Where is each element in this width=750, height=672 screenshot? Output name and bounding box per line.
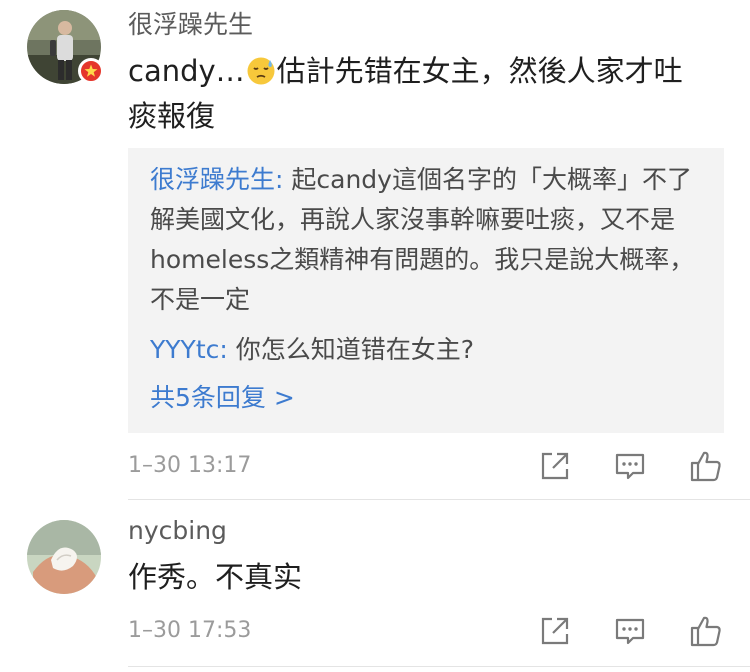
comment-text-part: candy…: [128, 54, 245, 88]
avatar[interactable]: [27, 520, 101, 594]
thumbs-up-icon[interactable]: [689, 614, 723, 648]
reply-item: 很浮躁先生: 起candy這個名字的「大概率」不了解美國文化，再說人家沒事幹嘛要…: [150, 160, 710, 320]
thumbs-up-icon[interactable]: [689, 449, 723, 483]
comment-icon[interactable]: [613, 449, 647, 483]
verified-badge-icon: [78, 58, 104, 84]
comment-text-line: 痰報復: [128, 99, 216, 133]
sweat-emoji-icon: [246, 56, 276, 86]
comment-text: 作秀。不真实: [128, 560, 303, 594]
share-icon[interactable]: [538, 449, 572, 483]
comment-item: 很浮躁先生 candy… 估計先错在女主，然後人家才吐 痰報復 很浮躁先生: 起…: [0, 0, 750, 500]
comment-username[interactable]: 很浮躁先生: [128, 10, 253, 40]
comment-timestamp: 1–30 13:17: [128, 453, 252, 478]
reply-username[interactable]: YYYtc:: [150, 335, 228, 364]
view-all-replies-link[interactable]: 共5条回复 >: [150, 381, 295, 415]
comment-timestamp: 1–30 17:53: [128, 618, 252, 643]
comment-feed: 很浮躁先生 candy… 估計先错在女主，然後人家才吐 痰報復 很浮躁先生: 起…: [0, 0, 750, 672]
comment-item: nycbing 作秀。不真实 1–30 17:53: [0, 500, 750, 672]
comment-text-part: 估計先错在女主，然後人家才吐: [276, 54, 683, 88]
reply-item: YYYtc: 你怎么知道错在女主?: [150, 330, 710, 370]
comment-icon[interactable]: [613, 614, 647, 648]
reply-username[interactable]: 很浮躁先生:: [150, 165, 283, 194]
comment-text: candy… 估計先错在女主，然後人家才吐 痰報復: [128, 49, 728, 139]
reply-text: 你怎么知道错在女主?: [227, 335, 475, 364]
share-icon[interactable]: [538, 614, 572, 648]
reply-preview-box[interactable]: 很浮躁先生: 起candy這個名字的「大概率」不了解美國文化，再說人家沒事幹嘛要…: [128, 148, 724, 433]
comment-username[interactable]: nycbing: [128, 516, 227, 546]
comment-divider: [128, 666, 750, 667]
